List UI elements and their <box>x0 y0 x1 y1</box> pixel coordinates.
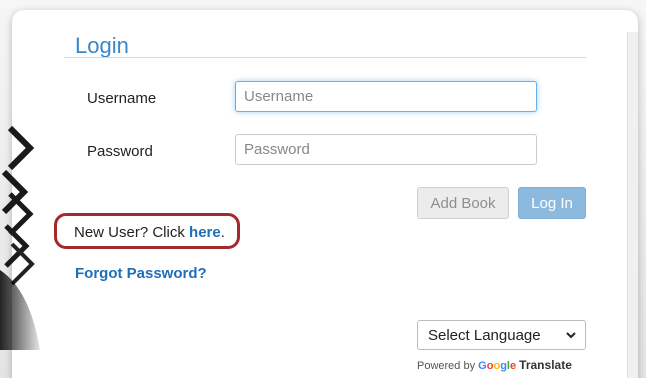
panel-scroll-edge <box>627 32 638 378</box>
new-user-suffix: . <box>220 224 225 241</box>
language-select-value: Select Language <box>428 326 541 344</box>
username-label: Username <box>87 90 157 107</box>
username-input[interactable] <box>235 81 537 112</box>
powered-by-google-translate: Powered by Google Translate <box>417 358 572 372</box>
google-logo-link[interactable]: Google <box>478 360 516 372</box>
login-button[interactable]: Log In <box>518 187 586 219</box>
decorative-chevron-pattern <box>0 125 40 350</box>
powered-by-text: Powered by <box>417 360 479 372</box>
forgot-password-link[interactable]: Forgot Password? <box>75 265 207 282</box>
register-here-link[interactable]: here <box>189 224 221 241</box>
page-title: Login <box>75 33 129 58</box>
add-book-button[interactable]: Add Book <box>417 187 509 219</box>
password-label: Password <box>87 143 153 160</box>
new-user-prefix: New User? Click <box>74 224 190 241</box>
translate-link[interactable]: Translate <box>519 358 572 372</box>
chevron-down-icon <box>566 332 576 339</box>
language-select[interactable]: Select Language <box>417 320 586 350</box>
page: Login Username Password Add Book Log In … <box>0 0 646 378</box>
title-divider <box>64 57 586 58</box>
password-input[interactable] <box>235 134 537 165</box>
new-user-text: New User? Click here. <box>74 224 225 241</box>
